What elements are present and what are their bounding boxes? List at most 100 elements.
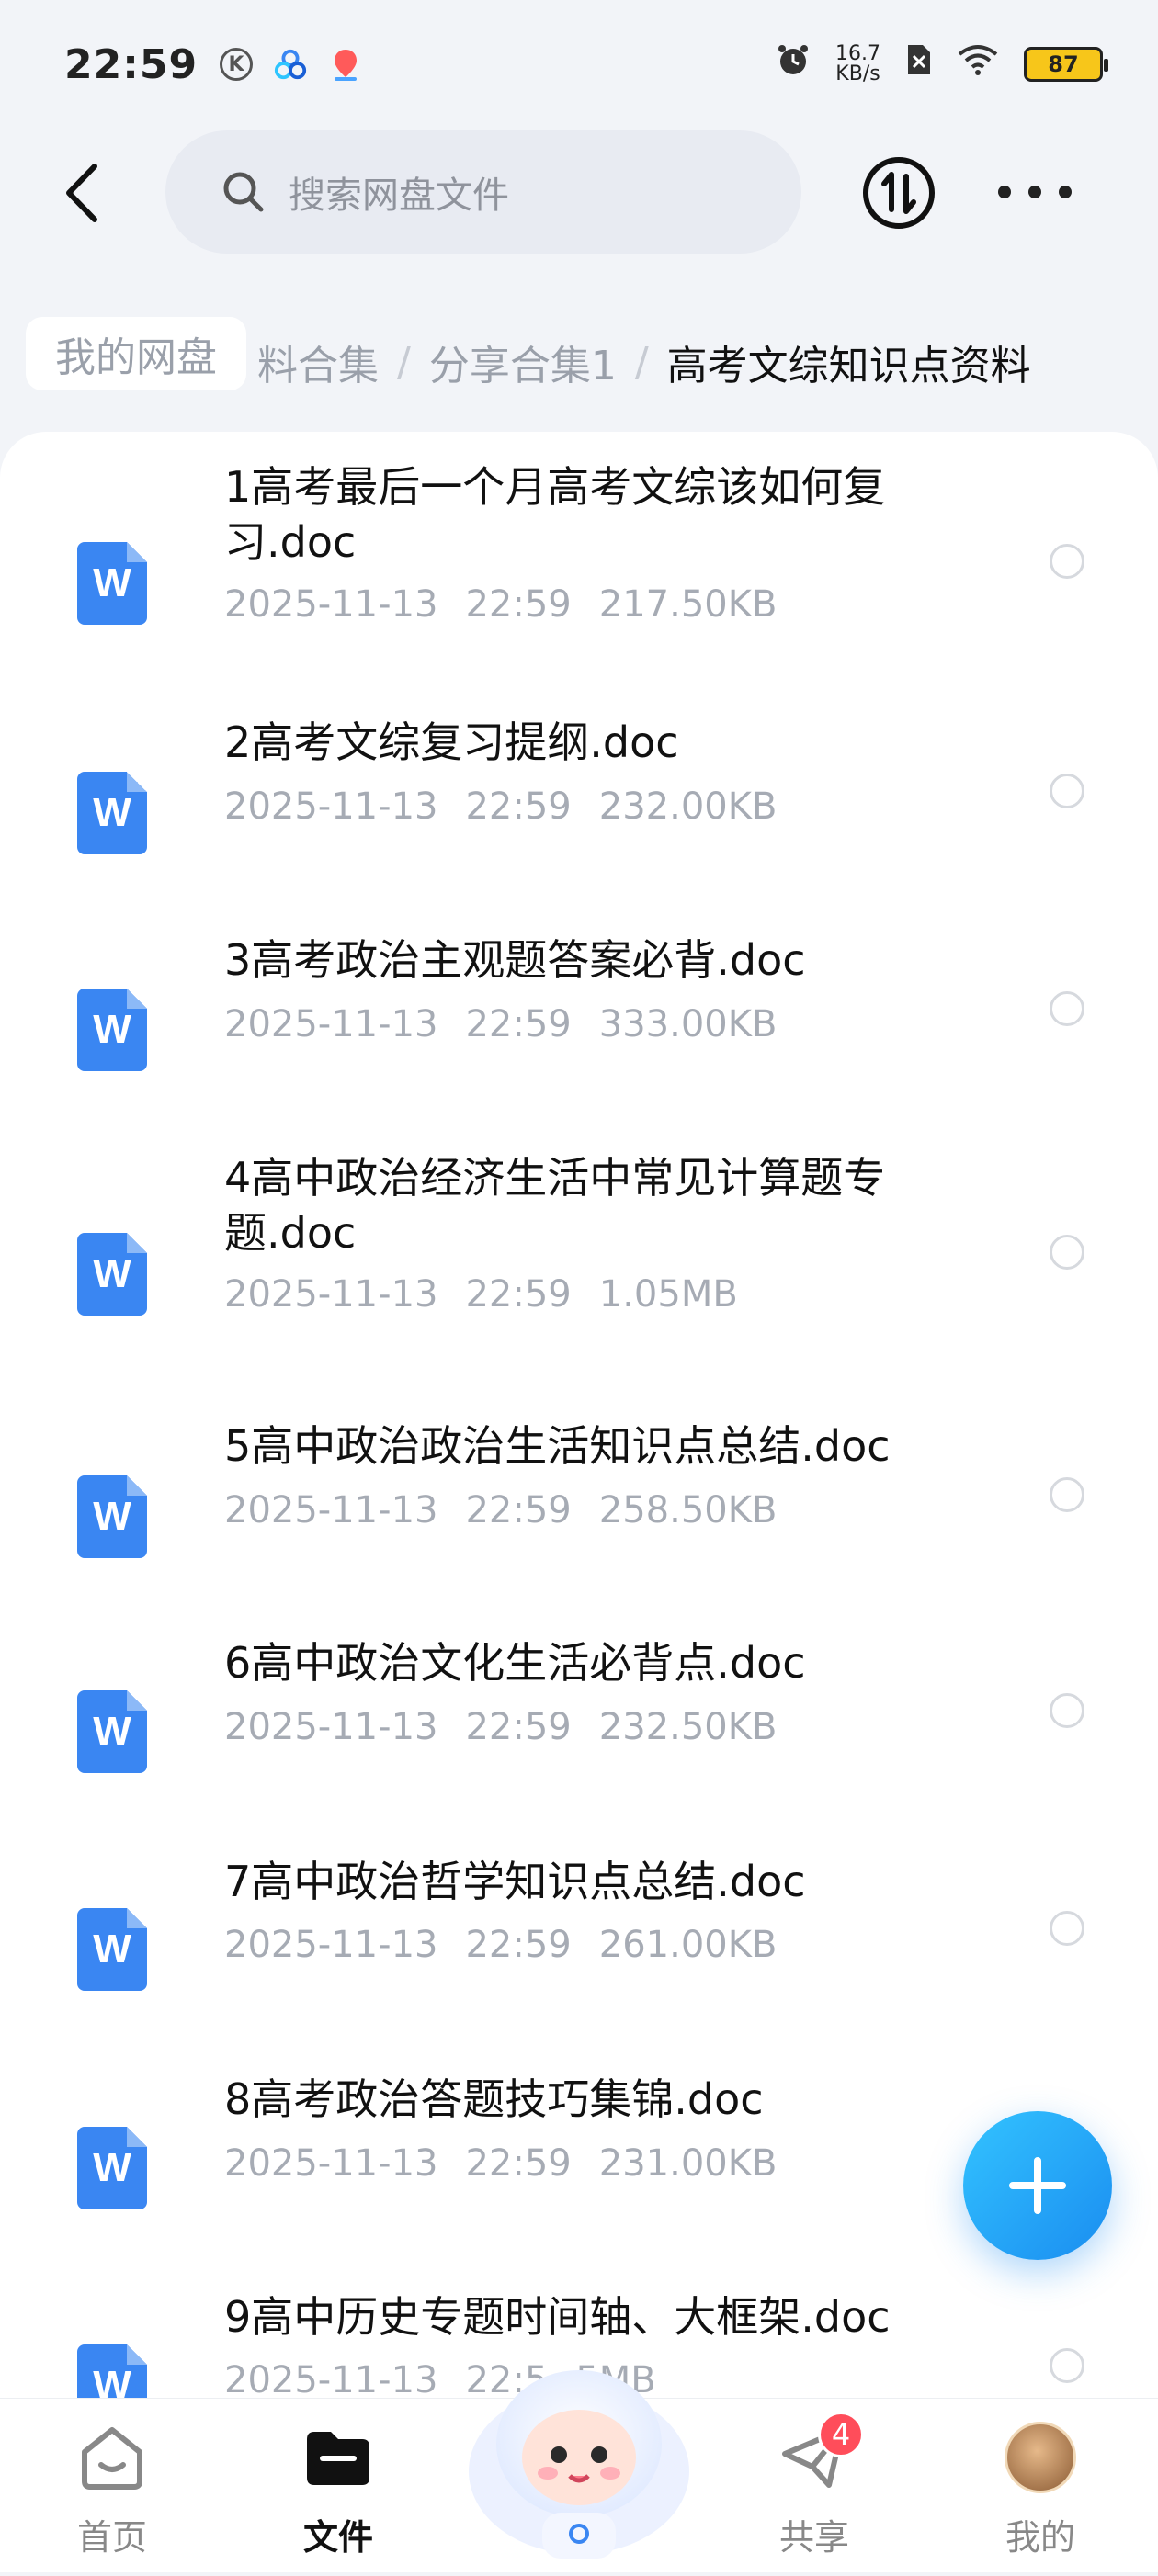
more-button[interactable] <box>998 169 1072 215</box>
back-arrow-icon <box>66 164 97 222</box>
select-checkbox[interactable] <box>1050 1477 1084 1512</box>
file-size: 333.00KB <box>598 1003 778 1045</box>
list-item[interactable]: W 5高中政治政治生活知识点总结.doc 2025-11-13 22:59 258.… <box>0 1378 1158 1589</box>
avatar <box>1005 2422 1076 2493</box>
list-item[interactable]: W 6高中政治文化生活必背点.doc 2025-11-13 22:59 232.50… <box>0 1589 1158 1810</box>
search-icon <box>223 172 264 212</box>
nav-label: 共享 <box>778 2517 849 2558</box>
file-time: 22:59 <box>465 785 572 828</box>
doc-icon-letter: W <box>93 1709 131 1754</box>
file-date: 2025-11-13 <box>224 1706 438 1748</box>
file-size: 232.50KB <box>598 1706 778 1748</box>
nav-files[interactable]: 文件 <box>274 2399 403 2573</box>
home-icon <box>75 2421 149 2494</box>
status-time: 22:59 <box>64 40 199 88</box>
list-item[interactable]: W 1高考最后一个月高考文综该如何复习.doc 2025-11-13 22:59 2… <box>0 432 1158 661</box>
breadcrumb-current: 高考文综知识点资料 <box>666 343 1031 390</box>
doc-icon-letter: W <box>93 1007 131 1052</box>
add-button[interactable] <box>963 2111 1112 2260</box>
file-name: 7高中政治哲学知识点总结.doc <box>224 1857 806 1906</box>
more-dot <box>1059 186 1072 198</box>
word-doc-icon: W <box>77 989 147 1071</box>
file-name: 1高考最后一个月高考文综该如何复习.doc <box>224 462 886 567</box>
file-time: 22:59 <box>465 1489 572 1531</box>
doc-icon-letter: W <box>93 2363 131 2398</box>
breadcrumb-root[interactable]: 我的网盘 <box>26 317 246 390</box>
select-checkbox[interactable] <box>1050 1911 1084 1946</box>
file-meta: 2025-11-13 22:59 231.00KB <box>224 2142 777 2185</box>
file-date: 2025-11-13 <box>224 1003 438 1045</box>
select-checkbox[interactable] <box>1050 1235 1084 1270</box>
net-speed: 16.7 KB/s <box>835 44 880 85</box>
list-item[interactable]: W 3高考政治主观题答案必背.doc 2025-11-13 22:59 333.00… <box>0 891 1158 1102</box>
nav-label: 文件 <box>302 2517 373 2558</box>
doc-icon-letter: W <box>93 2145 131 2190</box>
list-item[interactable]: W 7高中政治哲学知识点总结.doc 2025-11-13 22:59 261.00… <box>0 1810 1158 2030</box>
file-meta: 2025-11-13 22:59 232.50KB <box>224 1706 777 1748</box>
file-time: 22:59 <box>465 2142 572 2185</box>
nav-label: 我的 <box>1005 2517 1075 2558</box>
list-item[interactable]: W 2高考文综复习提纲.doc 2025-11-13 22:59 232.00KB <box>0 661 1158 891</box>
transfer-button[interactable] <box>860 154 937 232</box>
nav-home[interactable]: 首页 <box>48 2399 176 2573</box>
status-right-icons: 16.7 KB/s 87 <box>775 41 1108 88</box>
word-doc-icon: W <box>77 2127 147 2209</box>
net-speed-unit: KB/s <box>835 62 880 85</box>
paper-plane-icon: 4 <box>778 2412 864 2494</box>
file-name: 6高中政治文化生活必背点.doc <box>224 1638 806 1688</box>
nav-share[interactable]: 4 共享 <box>750 2399 879 2573</box>
doc-icon-letter: W <box>93 560 131 605</box>
status-left-icons: K <box>220 47 363 82</box>
list-item[interactable]: W 4高中政治经济生活中常见计算题专题.doc 2025-11-13 22:59 1… <box>0 1102 1158 1378</box>
folder-icon <box>301 2421 375 2494</box>
select-checkbox[interactable] <box>1050 2348 1084 2383</box>
top-header: 搜索网盘文件 <box>0 129 1158 257</box>
select-checkbox[interactable] <box>1050 544 1084 579</box>
breadcrumb: 我的网盘 料合集 / 分享合集1 / 高考文综知识点资料 <box>0 303 1158 404</box>
breadcrumb-item[interactable]: 分享合集1 <box>429 333 617 391</box>
breadcrumb-item[interactable]: 料合集 <box>257 333 379 391</box>
file-time: 22:59 <box>465 1273 572 1316</box>
search-input[interactable]: 搜索网盘文件 <box>165 130 801 254</box>
file-time: 22:59 <box>465 583 572 626</box>
breadcrumb-separator: / <box>397 338 411 386</box>
word-doc-icon: W <box>77 2344 147 2398</box>
file-date: 2025-11-13 <box>224 2359 438 2398</box>
nav-me[interactable]: 我的 <box>976 2399 1105 2573</box>
file-date: 2025-11-13 <box>224 1924 438 1966</box>
k-circle-icon: K <box>220 48 254 81</box>
file-meta: 2025-11-13 22:59 1.05MB <box>224 1273 738 1316</box>
file-time: 22:59 <box>465 1924 572 1966</box>
select-checkbox[interactable] <box>1050 774 1084 808</box>
file-list: W 1高考最后一个月高考文综该如何复习.doc 2025-11-13 22:59 2… <box>0 432 1158 2398</box>
breadcrumb-track: 料合集 / 分享合集1 / 高考文综知识点资料 <box>257 333 1031 391</box>
select-checkbox[interactable] <box>1050 1693 1084 1728</box>
file-meta: 2025-11-13 22:59 261.00KB <box>224 1924 777 1966</box>
map-pin-icon <box>328 47 363 82</box>
mascot-icon <box>469 2370 689 2559</box>
file-size: 1.05MB <box>598 1273 738 1316</box>
file-size: 231.00KB <box>598 2142 778 2185</box>
file-time: 22:59 <box>465 1003 572 1045</box>
file-size: 261.00KB <box>598 1924 778 1966</box>
file-date: 2025-11-13 <box>224 2142 438 2185</box>
alarm-icon <box>775 41 812 88</box>
file-date: 2025-11-13 <box>224 785 438 828</box>
back-button[interactable] <box>46 156 119 230</box>
word-doc-icon: W <box>77 1233 147 1316</box>
file-name: 5高中政治政治生活知识点总结.doc <box>224 1421 891 1471</box>
battery-indicator: 87 <box>1024 47 1108 82</box>
word-doc-icon: W <box>77 1690 147 1773</box>
file-meta: 2025-11-13 22:59 333.00KB <box>224 1003 777 1045</box>
file-size: 232.00KB <box>598 785 778 828</box>
breadcrumb-separator: / <box>634 338 649 386</box>
doc-icon-letter: W <box>93 1926 131 1972</box>
status-bar: 22:59 K 16.7 KB/s 87 <box>0 0 1158 129</box>
doc-icon-letter: W <box>93 1494 131 1539</box>
select-checkbox[interactable] <box>1050 991 1084 1026</box>
mascot-button[interactable] <box>460 2333 698 2572</box>
file-name: 2高考文综复习提纲.doc <box>224 717 679 767</box>
file-time: 22:59 <box>465 1706 572 1748</box>
more-dot <box>998 186 1011 198</box>
doc-icon-letter: W <box>93 790 131 835</box>
